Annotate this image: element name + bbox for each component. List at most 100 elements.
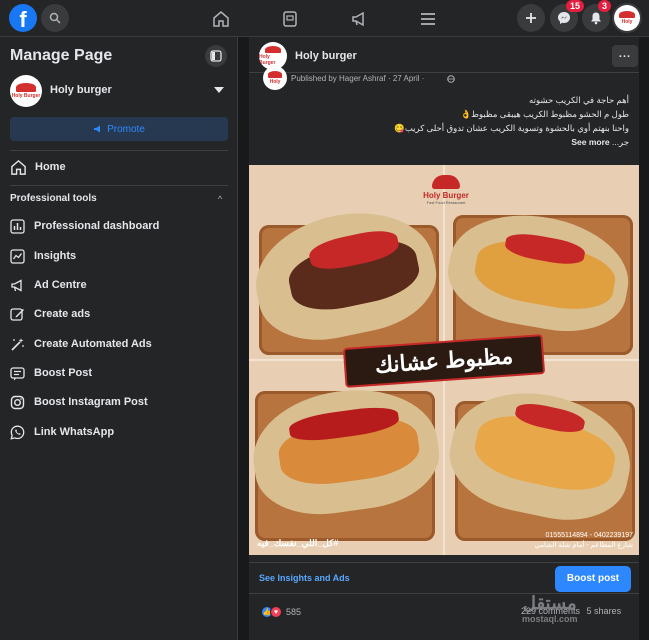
reactions-summary[interactable]: 👍 ♥ 585: [261, 605, 301, 619]
page-name: Holy burger: [50, 84, 112, 96]
manage-page-sidebar: Manage Page Holy Burger Holy burger Prom…: [0, 37, 238, 640]
instagram-icon: [9, 394, 26, 411]
crepe-photo-crispy: 0402239197 - 01555114894 شارع المطاعم - …: [445, 361, 639, 555]
megaphone-icon: [94, 125, 101, 133]
caret-down-icon: [214, 87, 224, 93]
contact-caption: 0402239197 - 01555114894 شارع المطاعم - …: [534, 531, 633, 551]
insights-icon: [9, 248, 26, 265]
promote-button[interactable]: Promote: [10, 117, 228, 141]
post-publish-info[interactable]: Published by Hager Ashraf · 27 April ·: [291, 74, 424, 83]
pencil-icon: [9, 306, 26, 323]
post-meta: Holy Published by Hager Ashraf · 27 Apri…: [263, 66, 643, 92]
sidebar-item-label: Insights: [34, 250, 77, 262]
sidebar-item-link-whatsapp[interactable]: Link WhatsApp: [9, 422, 114, 442]
panel-collapse-icon: [210, 50, 222, 62]
sidebar-item-label: Create Automated Ads: [34, 338, 152, 350]
megaphone-icon: [9, 277, 26, 294]
facebook-logo-icon[interactable]: f: [9, 4, 37, 32]
crepe-photo-mixed: #كل_اللي_نفسك_فيه: [249, 361, 443, 555]
whatsapp-icon: [9, 424, 26, 441]
sidebar-item-label: Professional dashboard: [34, 220, 160, 232]
page-avatar: Holy Burger: [10, 75, 42, 107]
mostaql-watermark: مستقل mostaql.com: [522, 593, 578, 624]
love-reaction-icon: ♥: [270, 606, 282, 618]
sidebar-item-boost-post[interactable]: Boost Post: [9, 363, 92, 383]
see-more-link[interactable]: See more: [571, 137, 609, 147]
shares-count[interactable]: 5 shares: [587, 606, 622, 616]
sidebar-item-boost-instagram-post[interactable]: Boost Instagram Post: [9, 392, 148, 412]
hamburger-menu-icon: [421, 13, 435, 25]
see-insights-link[interactable]: See Insights and Ads: [259, 573, 350, 583]
sidebar-item-label: Link WhatsApp: [34, 426, 115, 438]
holy-burger-brand-logo: Holy Burger Fast Food Restaurant: [417, 175, 475, 219]
megaphone-icon: [352, 11, 364, 27]
pages-nav-button[interactable]: [280, 9, 300, 29]
sidebar-item-label: Boost Instagram Post: [34, 396, 148, 408]
post-image[interactable]: #كل_اللي_نفسك_فيه 0402239197 - 015551148…: [249, 165, 639, 555]
post-card: Holy Burger Holy burger ... Holy Publish…: [249, 37, 639, 640]
post-line: أهم حاجة في الكريب حشوته: [529, 95, 629, 105]
divider: [10, 150, 228, 151]
reaction-count: 585: [286, 607, 302, 617]
divider: [10, 185, 228, 186]
sidebar-item-label: Boost Post: [34, 367, 93, 379]
sidebar-item-label: Ad Centre: [34, 279, 87, 291]
sidebar-item-professional-dashboard[interactable]: Professional dashboard: [9, 216, 159, 236]
home-nav-button[interactable]: [211, 9, 231, 29]
sidebar-item-home[interactable]: Home: [10, 157, 66, 177]
page-flag-icon: [283, 11, 297, 27]
search-button[interactable]: [41, 4, 69, 32]
boost-post-button[interactable]: Boost post: [555, 566, 631, 592]
search-icon: [49, 12, 61, 24]
page-avatar[interactable]: Holy: [263, 66, 287, 90]
create-button[interactable]: [517, 4, 545, 32]
holy-burger-logo-icon: Holy: [263, 66, 287, 90]
phone-numbers: 0402239197 - 01555114894: [545, 532, 633, 539]
sidebar-item-insights[interactable]: Insights: [9, 246, 76, 266]
post-line: طول م الحشو مظبوط الكريب هيبقى مظبوط👌: [460, 109, 630, 119]
sidebar-title: Manage Page: [10, 47, 113, 64]
menu-nav-button[interactable]: [418, 9, 438, 29]
hashtag-caption: #كل_اللي_نفسك_فيه: [257, 538, 339, 548]
sidebar-item-ad-centre[interactable]: Ad Centre: [9, 275, 87, 295]
post-line: واحنا بنهتم أوي بالحشوة وتسوية الكريب عش…: [394, 123, 629, 133]
address-text: شارع المطاعم - أمام شلة الشامي: [534, 542, 633, 549]
sidebar-item-create-ads[interactable]: Create ads: [9, 304, 90, 324]
page-name[interactable]: Holy burger: [295, 50, 357, 62]
notifications-badge: 3: [598, 0, 612, 12]
holy-burger-logo-icon: Holy: [614, 5, 640, 31]
home-icon: [11, 159, 26, 175]
post-line: جر... See more: [249, 135, 629, 149]
professional-tools-heading: Professional tools: [10, 193, 97, 204]
messenger-icon: [558, 12, 570, 24]
post-text: أهم حاجة في الكريب حشوته طول م الحشو مظب…: [249, 93, 629, 149]
account-avatar[interactable]: Holy: [612, 3, 642, 33]
messenger-badge: 15: [566, 0, 585, 12]
main-content: Holy Burger Holy burger ... Holy Publish…: [239, 37, 649, 640]
home-icon: [213, 11, 229, 27]
holy-burger-logo-icon: Holy Burger: [10, 75, 42, 107]
more-options-button[interactable]: ...: [612, 45, 638, 67]
sidebar-item-label: Create ads: [34, 308, 91, 320]
collapse-sidebar-button[interactable]: [205, 45, 227, 67]
brand-subtitle: Fast Food Restaurant: [426, 200, 466, 205]
boost-post-icon: [9, 365, 26, 382]
promote-label: Promote: [107, 123, 145, 135]
chevron-up-icon[interactable]: ^: [218, 194, 222, 204]
top-navigation-bar: f 15 3 Holy: [0, 0, 649, 37]
watermark-latin: mostaql.com: [522, 614, 578, 624]
page-header: Holy Burger Holy burger ...: [249, 37, 639, 73]
plus-icon: [526, 13, 536, 23]
bell-icon: [591, 12, 601, 25]
sidebar-item-create-automated-ads[interactable]: Create Automated Ads: [9, 334, 152, 354]
post-line-truncated: جر...: [609, 137, 629, 147]
watermark-arabic: مستقل: [522, 593, 577, 613]
ads-nav-button[interactable]: [349, 9, 369, 29]
globe-icon: [447, 75, 455, 83]
post-actions-bar: See Insights and Ads Boost post: [249, 562, 639, 594]
sidebar-item-label: Home: [35, 161, 66, 173]
brand-name: Holy Burger: [423, 191, 469, 200]
page-switcher[interactable]: Holy Burger Holy burger: [10, 75, 228, 109]
crepe-photo-beef: [249, 165, 443, 359]
wand-icon: [9, 336, 26, 353]
